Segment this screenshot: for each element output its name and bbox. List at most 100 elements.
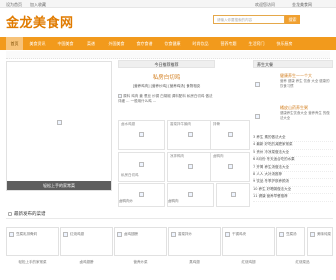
slider-caption[interactable]: 轻松上手的家常菜 [7, 181, 111, 190]
recipe-card[interactable]: 红烧鸡翅 [60, 227, 113, 256]
broken-image-icon [255, 82, 260, 87]
broken-image-icon [139, 192, 144, 197]
latest-recipes-header: 最新发布的菜谱 [6, 210, 333, 219]
list-item[interactable]: 6 8月份 冬天适合吃的水果 [253, 157, 333, 165]
recipe-caption[interactable]: 卤鸡翅膀 [60, 260, 113, 265]
broken-image-icon [225, 232, 230, 237]
thumb-label: 凉拌鸭肉 [170, 154, 184, 158]
recipe-card[interactable]: 干锅鸡块 [222, 227, 275, 256]
nav-item-home[interactable]: 首页 [6, 37, 23, 50]
list-item[interactable]: 5 贵州 冷凉菜做法大全 [253, 150, 333, 158]
nav-item-tips[interactable]: 生活窍门 [244, 37, 269, 50]
nav-item-chinese[interactable]: 中国美食 [53, 37, 78, 50]
recipe-card[interactable]: 豆腐汤 [276, 227, 305, 256]
thumb-card[interactable]: 卤水鸡翅 [118, 120, 165, 150]
thumb-card[interactable]: 排骨 [210, 120, 250, 150]
recipe-card-label: 美味炖菜 [317, 232, 331, 236]
thumb-label: 卤鸭肉 [213, 154, 224, 158]
nav-item-foreign[interactable]: 外国美食 [104, 37, 129, 50]
right-section-title: 养生大餐 [253, 60, 333, 68]
list-item[interactable]: 3 养生 素的做法大全 [253, 135, 333, 143]
broken-image-icon [188, 192, 193, 197]
thumb-card[interactable]: 卤鸭肉 [210, 152, 250, 182]
nav-item-recipes[interactable]: 菜谱 [81, 37, 101, 50]
nav-item-news[interactable]: 美食资讯 [25, 37, 50, 50]
recipe-card[interactable]: 卤鸡翅膀 [114, 227, 167, 256]
set-home-link[interactable]: 设为首页 [6, 2, 22, 8]
recipe-caption[interactable]: 红烧鸡翅 [222, 260, 275, 265]
broken-image-icon [228, 164, 233, 169]
thumb-card[interactable]: 私房白切鸡 [118, 152, 165, 182]
list-item[interactable]: 9 饮品 冬季护肤养颜汤 [253, 179, 333, 187]
nav-item-health[interactable]: 饮食健康 [160, 37, 185, 50]
main-nav: 首页 美食资讯 中国美食 菜谱 外国美食 食疗食谱 饮食健康 时尚饮品 营养专题… [0, 37, 336, 50]
section-title: 最新发布的菜谱 [14, 212, 46, 217]
list-item[interactable]: 7 开胃 养生汤做法大全 [253, 165, 333, 172]
nav-item-topics[interactable]: 营养专题 [216, 37, 241, 50]
site-logo[interactable]: 金龙美食网 [6, 12, 74, 31]
recipe-card[interactable]: 美味炖菜 [307, 227, 333, 256]
center-section-title: 今日推荐推荐 [118, 60, 215, 68]
ranking-list: 3 养生 素的做法大全 4 最新 好吃的减肥家常菜 5 贵州 冷凉菜做法大全 6… [253, 135, 333, 202]
thumb-card[interactable] [216, 183, 250, 207]
thumb-caption[interactable]: 卤鸭肉 [168, 199, 179, 204]
image-slider[interactable]: 轻松上手的家常菜 [6, 61, 112, 191]
recipe-card-label: 红烧鸡翅 [70, 232, 84, 236]
search-button[interactable]: 搜索 [285, 15, 300, 24]
top-bar: 设为首页 加入收藏 欢迎您访问 金龙美食网 [0, 0, 336, 8]
nav-item-drinks[interactable]: 时尚饮品 [188, 37, 213, 50]
recipe-card-label: 香菜拌炒 [178, 232, 192, 236]
list-item[interactable]: 10 养生 好喝粥做法大全 [253, 187, 333, 195]
thumb-card[interactable]: 香菜拌牛腩肉 [167, 120, 214, 150]
promo-desc: 健康养生饮食大全 营养养生 的做法大全 [280, 111, 330, 120]
welcome-text: 欢迎您访问 [255, 2, 275, 7]
broken-image-icon [231, 192, 236, 197]
thumb-caption[interactable]: 卤鸭肉炒 [119, 199, 133, 204]
list-item[interactable]: 8 人人 大补汤推荐 [253, 172, 333, 180]
featured-article-summary: 原料 鸡肉 姜 葱丝 炒锅 白胡椒 调料配料 私房白切鸡 做法详细 ... 一般… [118, 94, 215, 104]
recipe-caption[interactable]: 轻松上手的家常菜 [6, 260, 59, 265]
broken-image-icon [139, 132, 144, 137]
featured-article-title[interactable]: 私房白切鸡 [118, 73, 215, 81]
site-link[interactable]: 金龙美食网 [292, 2, 312, 8]
broken-image-icon [255, 114, 260, 119]
add-favorite-link[interactable]: 加入收藏 [30, 2, 46, 8]
broken-image-icon [310, 232, 315, 237]
featured-article-tags[interactable]: [营养鸡肉] [营养炒鸡] [营养鸡汤] 食物相克 [118, 84, 215, 89]
broken-image-icon [118, 94, 122, 98]
broken-image-icon [63, 232, 68, 237]
recipe-card[interactable]: 香菜拌炒 [168, 227, 221, 256]
recipe-card-label: 干锅鸡块 [232, 232, 246, 236]
broken-image-icon [188, 164, 193, 169]
recipe-caption[interactable]: 蒸鸡翅 [168, 260, 221, 265]
section-icon [8, 212, 12, 216]
thumb-label: 排骨 [213, 122, 220, 126]
broken-image-icon [279, 232, 284, 237]
broken-image-icon [117, 232, 122, 237]
search-input[interactable]: 请输入你要搜索的内容 [213, 15, 285, 24]
promo-item[interactable]: 健康养生——个大 营养 健康 养生 饮食 大全 健康的饮食习惯 [253, 72, 333, 98]
thumb-label: 私房白切鸡 [121, 173, 139, 177]
broken-image-icon [9, 232, 14, 237]
nav-item-therapy[interactable]: 食疗食谱 [132, 37, 157, 50]
thumb-card[interactable]: 凉拌鸭肉 [167, 152, 214, 182]
nav-item-kitchen[interactable]: 快乐厨房 [272, 37, 297, 50]
broken-image-icon [171, 232, 176, 237]
broken-image-icon [57, 120, 62, 125]
summary-text: 原料 鸡肉 姜 葱丝 炒锅 白胡椒 调料配料 私房白切鸡 做法详细 ... 一般… [118, 94, 213, 103]
recipe-caption[interactable]: 营养炒菜 [114, 260, 167, 265]
thumb-label: 卤水鸡翅 [121, 122, 135, 126]
sub-nav [6, 51, 330, 59]
list-item[interactable]: 4 最新 好吃的减肥家常菜 [253, 142, 333, 150]
list-item[interactable]: 11 健康 营养早餐推荐 [253, 194, 333, 202]
recipe-card-label: 豆腐汤 [286, 232, 297, 236]
recipe-card-label: 卤鸡翅膀 [124, 232, 138, 236]
recipe-caption[interactable]: 红烧菜品 [276, 260, 329, 265]
recipe-card[interactable]: 豆腐乳排骨焖 [6, 227, 59, 256]
promo-item[interactable]: 橘皮山药养生粥 健康养生饮食大全 营养养生 的做法大全 [253, 104, 333, 130]
broken-image-icon [228, 132, 233, 137]
broken-image-icon [139, 162, 144, 167]
promo-desc: 营养 健康 养生 饮食 大全 健康的饮食习惯 [280, 79, 330, 88]
thumb-label: 香菜拌牛腩肉 [170, 122, 191, 126]
broken-image-icon [188, 132, 193, 137]
